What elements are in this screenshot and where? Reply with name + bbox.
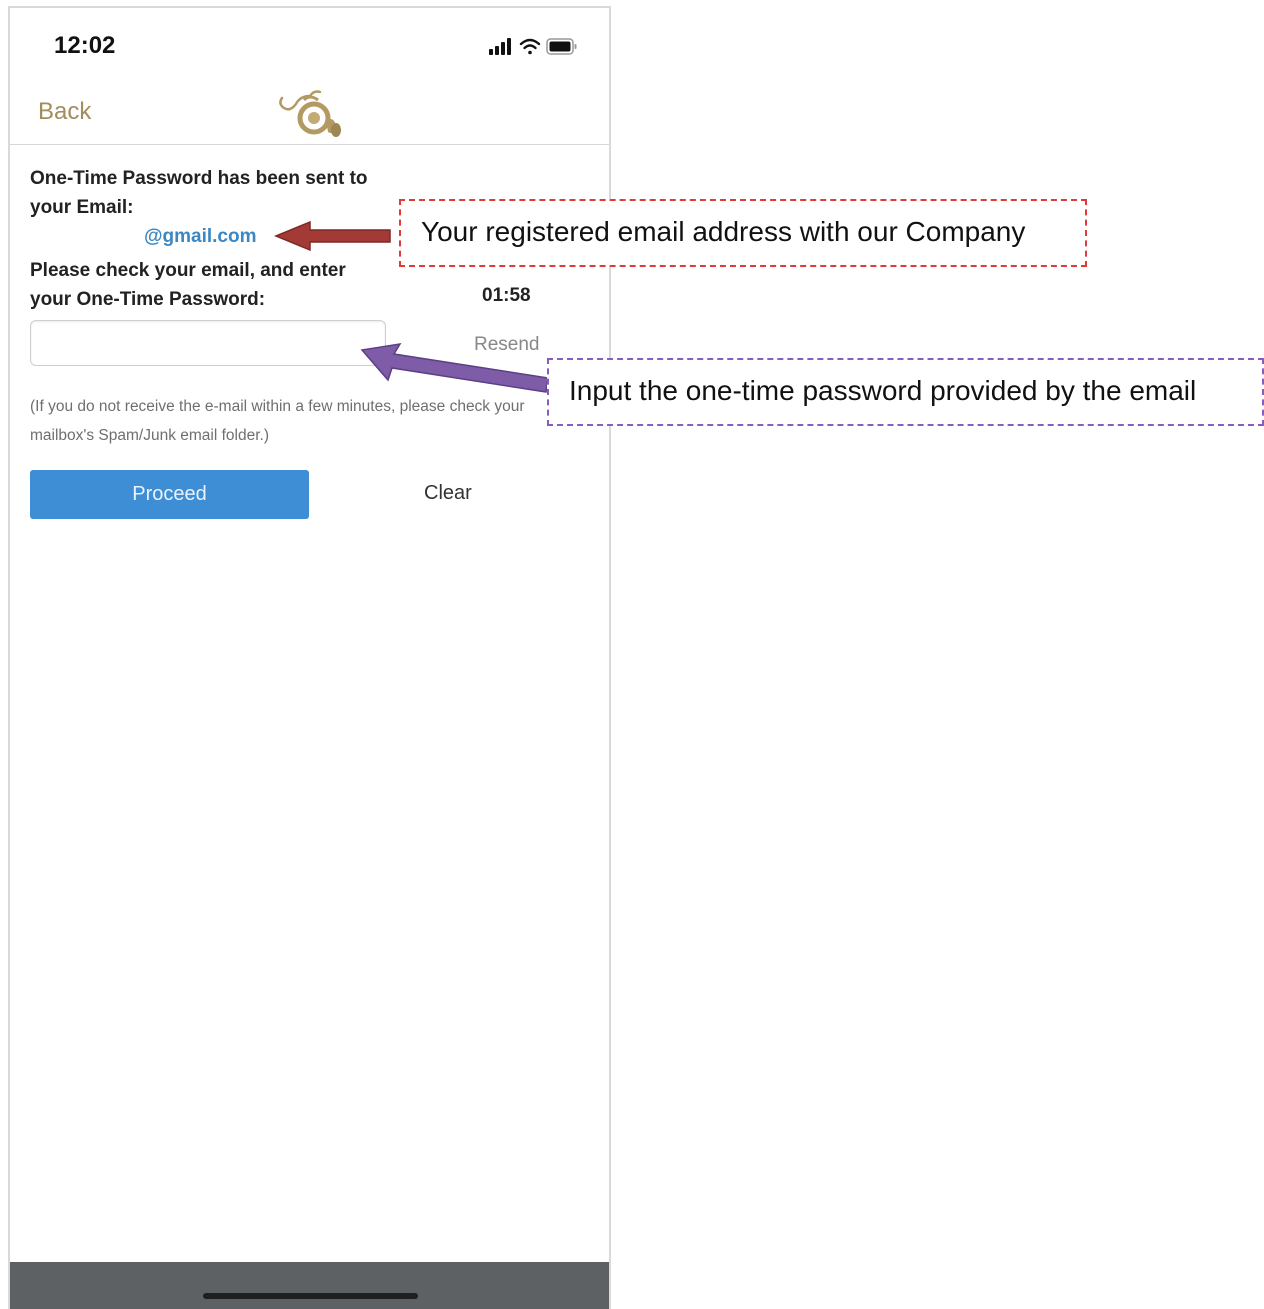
otp-sent-message: One-Time Password has been sent to your … (30, 168, 368, 218)
email-callout: Your registered email address with our C… (399, 199, 1087, 267)
enter-otp-message: Please check your email, and enter your … (30, 260, 346, 310)
status-time: 12:02 (54, 32, 116, 59)
wifi-icon (519, 38, 541, 55)
battery-icon (546, 38, 577, 55)
nav-bar: Back (10, 82, 609, 145)
countdown-timer: 01:58 (482, 285, 531, 306)
otp-input[interactable] (30, 320, 386, 366)
red-arrow-icon (274, 220, 391, 252)
signal-icon (489, 38, 511, 55)
proceed-button[interactable]: Proceed (30, 470, 309, 519)
home-indicator[interactable] (203, 1293, 418, 1299)
email-address: @gmail.com (144, 226, 257, 247)
spam-folder-note: (If you do not receive the e-mail within… (30, 398, 525, 444)
purple-arrow-icon (360, 343, 549, 393)
bottom-bar (10, 1262, 609, 1309)
otp-callout: Input the one-time password provided by … (547, 358, 1264, 426)
status-icons (489, 36, 579, 63)
dragon-logo-icon (274, 86, 346, 145)
clear-button[interactable]: Clear (424, 482, 472, 505)
back-button[interactable]: Back (38, 98, 91, 126)
status-bar: 12:02 (10, 8, 609, 82)
